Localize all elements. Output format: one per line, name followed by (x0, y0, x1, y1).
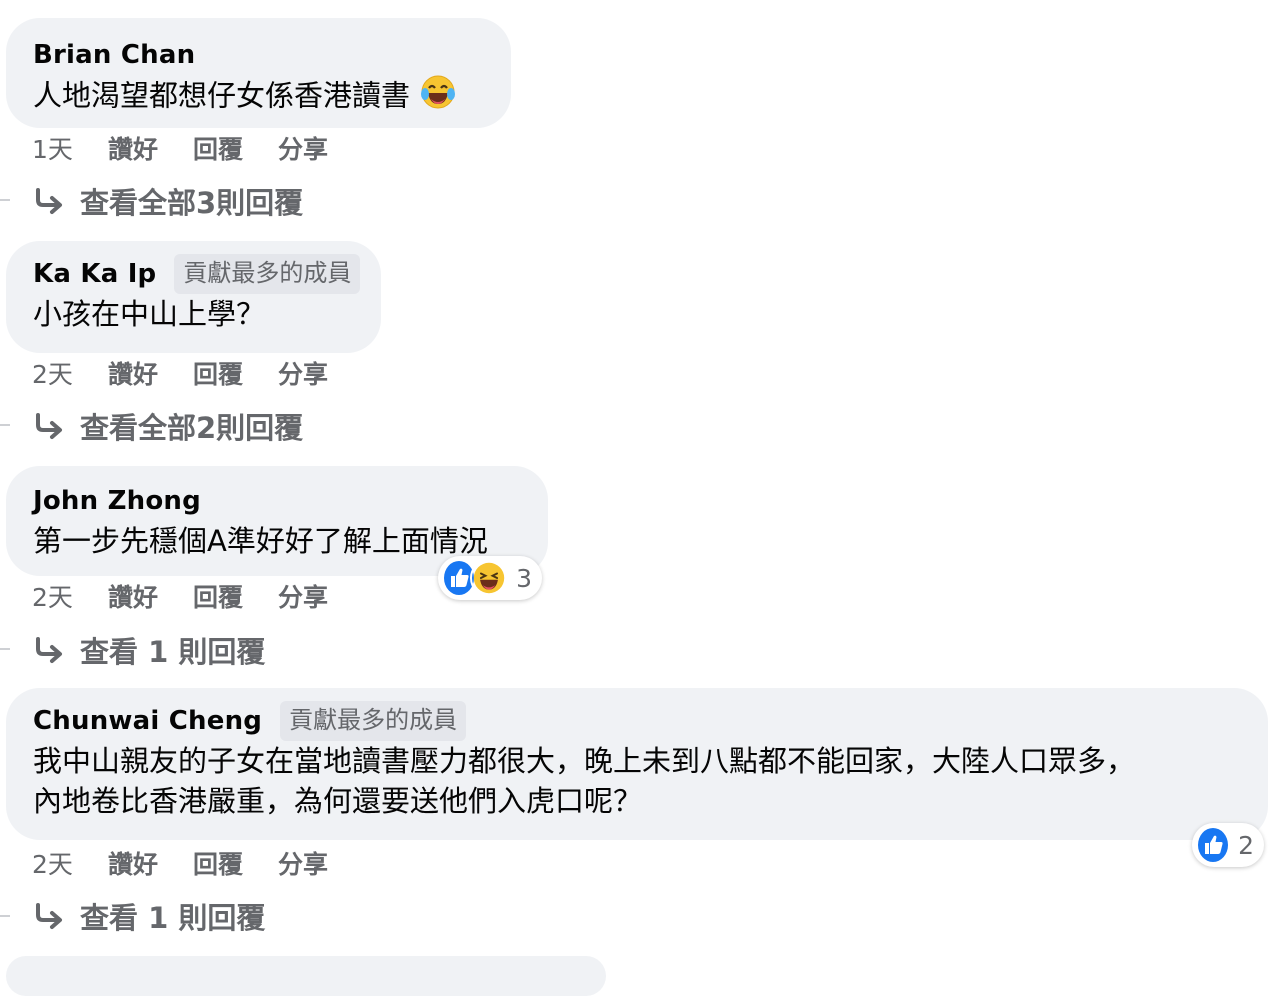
share-button[interactable]: 分享 (278, 578, 328, 614)
thread-line (0, 424, 10, 426)
view-replies-link[interactable]: 查看全部3則回覆 (34, 180, 303, 222)
laughing-tears-emoji-icon (420, 74, 456, 121)
comment-author[interactable]: Chunwai Cheng (33, 706, 262, 736)
view-replies-label: 查看 1 則回覆 (80, 635, 266, 669)
reply-button[interactable]: 回覆 (193, 130, 243, 166)
comment-text-line-1: 我中山親友的子女在當地讀書壓力都很大，晚上未到八點都不能回家，大陸人口眾多， (33, 744, 1136, 778)
share-button[interactable]: 分享 (278, 355, 328, 391)
top-contributor-badge: 貢獻最多的成員 (280, 701, 467, 741)
reply-button[interactable]: 回覆 (193, 845, 243, 881)
like-button[interactable]: 讚好 (108, 130, 158, 166)
comment-bubble: Ka Ka Ip 貢獻最多的成員 小孩在中山上學？ (6, 241, 381, 353)
comment-author[interactable]: John Zhong (33, 486, 201, 516)
comment-bubble: Chunwai Cheng 貢獻最多的成員 我中山親友的子女在當地讀書壓力都很大… (6, 688, 1268, 840)
reply-arrow-icon (36, 413, 62, 439)
comment-author[interactable]: Brian Chan (33, 40, 195, 70)
like-button[interactable]: 讚好 (108, 845, 158, 881)
comment-time[interactable]: 2天 (32, 845, 108, 881)
comment-time[interactable]: 1天 (32, 130, 108, 166)
like-button[interactable]: 讚好 (108, 578, 158, 614)
comment-actions: 2天 讚好 回覆 分享 (32, 578, 363, 614)
view-replies-label: 查看 1 則回覆 (80, 901, 266, 935)
comment-text: 小孩在中山上學？ (33, 297, 266, 331)
thread-line (0, 199, 10, 201)
like-button[interactable]: 讚好 (108, 355, 158, 391)
reply-arrow-icon (36, 637, 62, 663)
comment-actions: 2天 讚好 回覆 分享 (32, 355, 363, 391)
view-replies-link[interactable]: 查看全部2則回覆 (34, 405, 303, 447)
reply-button[interactable]: 回覆 (193, 578, 243, 614)
comment-actions: 1天 讚好 回覆 分享 (32, 130, 363, 166)
comment-actions: 2天 讚好 回覆 分享 (32, 845, 363, 881)
reaction-count: 3 (516, 563, 532, 593)
comment-text-line-2: 內地卷比香港嚴重，為何還要送他們入虎口呢？ (33, 784, 643, 818)
top-contributor-badge: 貢獻最多的成員 (174, 254, 361, 294)
view-replies-link[interactable]: 查看 1 則回覆 (34, 895, 265, 937)
reaction-count: 2 (1238, 830, 1254, 860)
comment-author[interactable]: Ka Ka Ip (33, 259, 156, 289)
like-icon (1196, 826, 1231, 864)
comment-text: 人地渴望都想仔女係香港讀書 (33, 74, 511, 121)
reply-button[interactable]: 回覆 (193, 355, 243, 391)
thread-line (0, 915, 10, 917)
reply-arrow-icon (36, 903, 62, 929)
reaction-summary[interactable]: 3 (438, 556, 542, 600)
comment-bubble: Brian Chan 人地渴望都想仔女係香港讀書 (6, 18, 511, 128)
comment-time[interactable]: 2天 (32, 578, 108, 614)
next-comment-bubble (6, 956, 606, 996)
comment-time[interactable]: 2天 (32, 355, 108, 391)
share-button[interactable]: 分享 (278, 845, 328, 881)
reaction-summary[interactable]: 2 (1192, 823, 1264, 867)
share-button[interactable]: 分享 (278, 130, 328, 166)
view-replies-label: 查看全部3則回覆 (80, 186, 304, 220)
haha-icon (470, 559, 509, 597)
thread-line (0, 648, 10, 650)
reply-arrow-icon (36, 188, 62, 214)
view-replies-link[interactable]: 查看 1 則回覆 (34, 629, 265, 671)
view-replies-label: 查看全部2則回覆 (80, 411, 304, 445)
